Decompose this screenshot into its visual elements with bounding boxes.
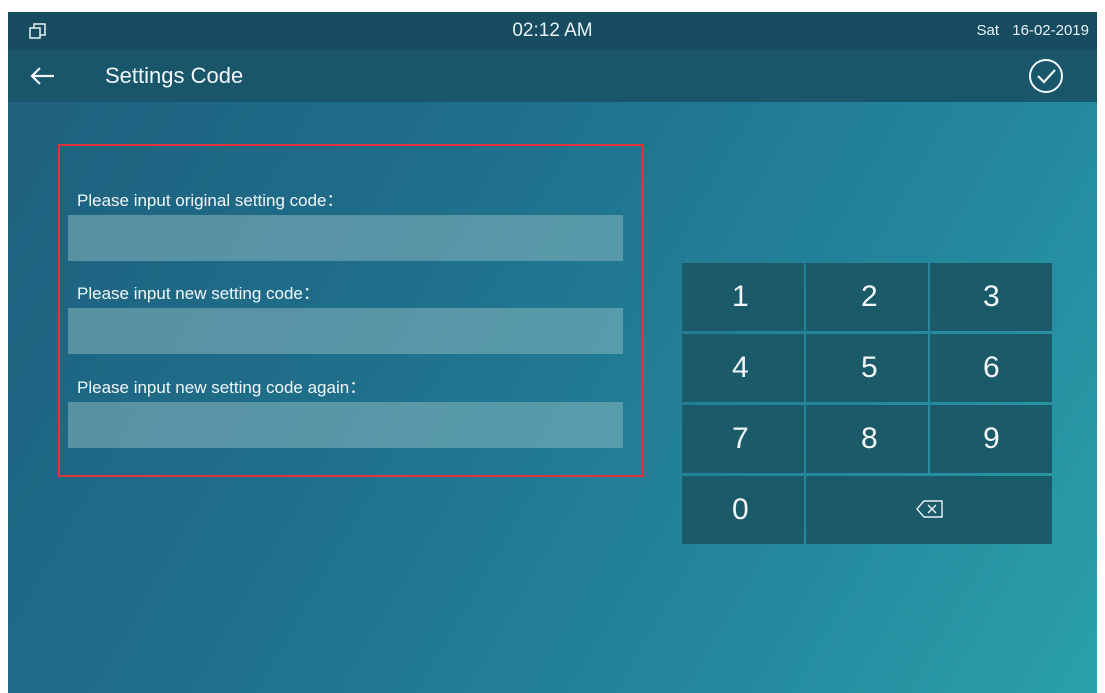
key-9[interactable]: 9 [930,405,1052,473]
confirm-code-label: Please input new setting code again： [77,378,367,397]
new-code-input[interactable] [68,308,623,354]
key-7[interactable]: 7 [682,405,804,473]
key-0[interactable]: 0 [682,476,804,544]
status-date: 16-02-2019 [1012,22,1089,39]
arrow-left-icon [30,67,54,85]
page-title: Settings Code [105,63,244,88]
key-8[interactable]: 8 [806,405,928,473]
key-6[interactable]: 6 [930,334,1052,402]
check-circle-icon [1029,59,1063,93]
key-3[interactable]: 3 [930,263,1052,331]
status-day: Sat [976,22,999,39]
confirm-button[interactable] [1027,57,1065,95]
key-4[interactable]: 4 [682,334,804,402]
key-5[interactable]: 5 [806,334,928,402]
confirm-code-input[interactable] [68,402,623,448]
original-code-input[interactable] [68,215,623,261]
screen: 02:12 AM Sat 16-02-2019 Settings Code Pl… [8,12,1097,693]
back-button[interactable] [26,58,62,94]
original-code-label: Please input original setting code： [77,191,344,210]
status-time: 02:12 AM [512,20,593,41]
title-bar: Settings Code [8,50,1097,102]
status-bar: 02:12 AM Sat 16-02-2019 [8,12,1097,50]
backspace-icon [916,500,943,518]
settings-code-form: Please input original setting code： Plea… [58,144,644,477]
key-2[interactable]: 2 [806,263,928,331]
numeric-keypad: 1 2 3 4 5 6 7 8 9 0 [682,263,1053,544]
new-code-label: Please input new setting code： [77,284,320,303]
key-1[interactable]: 1 [682,263,804,331]
backspace-key[interactable] [806,476,1052,544]
